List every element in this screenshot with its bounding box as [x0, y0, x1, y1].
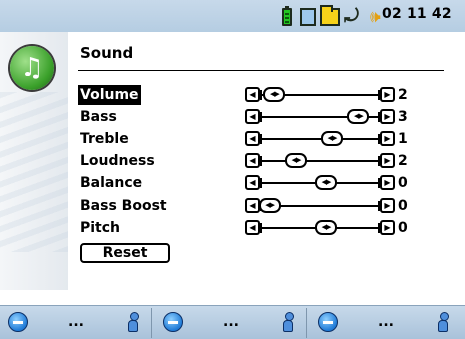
increase-arrow-icon[interactable]: ▶	[380, 87, 395, 102]
left-panel: ♫	[0, 32, 68, 290]
setting-value: 2	[398, 87, 408, 103]
clock: 02 11 42	[382, 6, 452, 22]
setting-label[interactable]: Bass	[78, 107, 119, 127]
setting-slider[interactable]: ◀ ◀▶ ▶	[245, 87, 395, 103]
setting-value: 1	[398, 131, 408, 147]
disk-icon	[300, 8, 316, 26]
setting-value: 0	[398, 220, 408, 236]
setting-value: 3	[398, 109, 408, 125]
decrease-arrow-icon[interactable]: ◀	[245, 87, 260, 102]
increase-arrow-icon[interactable]: ▶	[380, 198, 395, 213]
softkey-2[interactable]: ...	[155, 306, 307, 339]
setting-slider[interactable]: ◀ ◀▶ ▶	[245, 153, 395, 169]
slider-knob[interactable]: ◀▶	[315, 175, 337, 190]
page-title: Sound	[80, 44, 134, 62]
increase-arrow-icon[interactable]: ▶	[380, 153, 395, 168]
increase-arrow-icon[interactable]: ▶	[380, 220, 395, 235]
setting-label[interactable]: Balance	[78, 173, 144, 193]
music-note-icon: ♫	[10, 46, 54, 90]
softkey-bar: .........	[0, 305, 465, 339]
setting-slider[interactable]: ◀ ◀▶ ▶	[245, 109, 395, 125]
setting-slider[interactable]: ◀ ◀▶ ▶	[245, 131, 395, 147]
person-icon	[438, 312, 449, 332]
status-bar: ⤾ 🕪 02 11 42	[0, 0, 465, 32]
slider-knob[interactable]: ◀▶	[263, 87, 286, 102]
slider-knob[interactable]: ◀▶	[347, 109, 370, 124]
increase-arrow-icon[interactable]: ▶	[380, 109, 395, 124]
setting-label[interactable]: Pitch	[78, 218, 122, 238]
softkey-separator	[151, 308, 152, 338]
setting-label[interactable]: Volume	[78, 85, 141, 105]
decrease-arrow-icon[interactable]: ◀	[245, 109, 260, 124]
slider-knob[interactable]: ◀▶	[258, 198, 281, 213]
setting-value: 0	[398, 198, 408, 214]
decrease-arrow-icon[interactable]: ◀	[245, 198, 260, 213]
reset-button[interactable]: Reset	[80, 243, 170, 263]
decrease-arrow-icon[interactable]: ◀	[245, 153, 260, 168]
decorative-swirl	[0, 92, 68, 252]
increase-arrow-icon[interactable]: ▶	[380, 175, 395, 190]
setting-label[interactable]: Loudness	[78, 151, 157, 171]
softkey-separator	[306, 308, 307, 338]
person-icon	[128, 312, 139, 332]
decrease-arrow-icon[interactable]: ◀	[245, 175, 260, 190]
battery-icon	[282, 6, 292, 26]
softkey-1[interactable]: ...	[0, 306, 152, 339]
folder-icon	[320, 5, 340, 26]
setting-label[interactable]: Treble	[78, 129, 131, 149]
setting-value: 0	[398, 175, 408, 191]
softkey-3[interactable]: ...	[310, 306, 462, 339]
slider-track[interactable]	[260, 156, 380, 166]
title-divider	[78, 70, 444, 71]
decrease-arrow-icon[interactable]: ◀	[245, 220, 260, 235]
setting-slider[interactable]: ◀ ◀▶ ▶	[245, 220, 395, 236]
slider-knob[interactable]: ◀▶	[315, 220, 337, 235]
slider-track[interactable]	[260, 134, 380, 144]
setting-slider[interactable]: ◀ ◀▶ ▶	[245, 198, 395, 214]
slider-knob[interactable]: ◀▶	[321, 131, 343, 146]
setting-slider[interactable]: ◀ ◀▶ ▶	[245, 175, 395, 191]
repeat-icon: ⤾	[344, 6, 359, 27]
slider-knob[interactable]: ◀▶	[285, 153, 307, 168]
increase-arrow-icon[interactable]: ▶	[380, 131, 395, 146]
setting-value: 2	[398, 153, 408, 169]
person-icon	[283, 312, 294, 332]
decrease-arrow-icon[interactable]: ◀	[245, 131, 260, 146]
setting-label[interactable]: Bass Boost	[78, 196, 169, 216]
